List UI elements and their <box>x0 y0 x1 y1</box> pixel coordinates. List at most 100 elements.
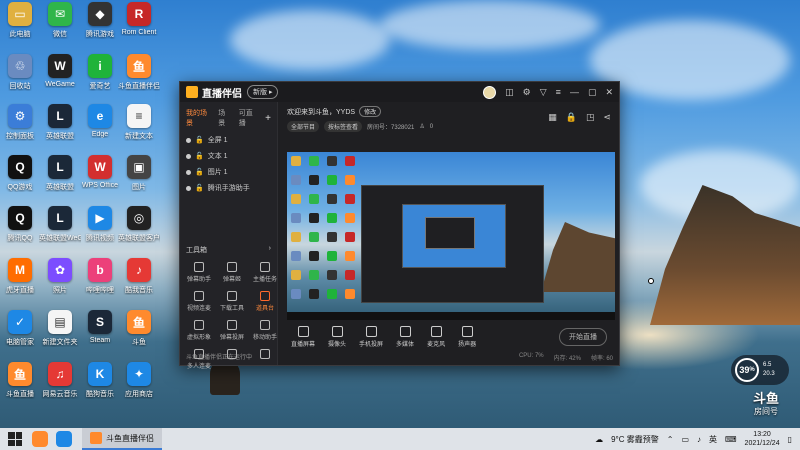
desktop-icon[interactable]: M 虎牙直播 <box>1 258 39 295</box>
scene-item[interactable]: 🔓 腾讯手游助手 <box>180 180 277 196</box>
settings-icon[interactable]: ⚙ <box>523 87 531 98</box>
control-phone-cast[interactable]: 手机投屏 <box>359 326 383 348</box>
lock-icon[interactable]: 🔓 <box>195 136 204 144</box>
desktop-icon[interactable]: ▤ 新建文件夹 <box>41 310 79 347</box>
desktop-icon[interactable]: e Edge <box>81 104 119 138</box>
lock-icon[interactable]: 🔓 <box>195 184 204 192</box>
desktop-icon[interactable]: i 爱奇艺 <box>81 54 119 91</box>
keyboard-icon[interactable]: ⌨ <box>725 435 737 444</box>
desktop-icon[interactable]: 鱼斗鱼直播 <box>1 362 39 399</box>
edit-title-button[interactable]: 修改 <box>359 106 382 117</box>
taskbar-active-app[interactable]: 斗鱼直播伴侣 <box>82 428 162 450</box>
share-icon[interactable]: ⋖ <box>603 112 611 123</box>
desktop-icon[interactable]: W WeGame <box>41 54 79 88</box>
desktop-icon[interactable]: 鱼斗鱼直播伴侣 <box>118 54 160 91</box>
tool-item[interactable]: 视频连麦 <box>184 291 214 312</box>
add-scene-button[interactable]: + <box>265 113 271 124</box>
desktop-icon[interactable]: ⚙ 控制面板 <box>1 104 39 141</box>
avatar[interactable] <box>483 85 497 99</box>
tool-item[interactable]: 虚拟形象 <box>184 320 214 341</box>
desktop-icon[interactable]: L 英雄联盟 <box>41 155 79 192</box>
room-chip[interactable]: 全部节目 <box>287 121 320 132</box>
desktop-icon[interactable]: ▣ 图片 <box>120 155 158 192</box>
desktop-icon[interactable]: Q QQ游戏 <box>1 155 39 192</box>
desktop-icon[interactable]: L 英雄联盟WeGame版 <box>39 206 81 243</box>
desktop-icon[interactable]: ♲ 回收站 <box>1 54 39 91</box>
kugou-taskbar-icon[interactable] <box>56 431 72 447</box>
close-icon[interactable]: ✕ <box>605 87 613 98</box>
visibility-icon[interactable] <box>186 137 191 143</box>
control-speaker[interactable]: 扬声器 <box>458 326 476 348</box>
desktop-icon[interactable]: ✿ 照片 <box>41 258 79 295</box>
lock-icon[interactable]: 🔓 <box>195 152 204 160</box>
tab-scenes[interactable]: 场景 <box>218 108 230 128</box>
desktop-icon[interactable]: ✓ 电脑管家 <box>1 310 39 347</box>
scene-item[interactable]: 🔓 全屏 1 <box>180 132 277 148</box>
desktop-icon[interactable]: Q 腾讯QQ <box>1 206 39 243</box>
control-screen[interactable]: 直播屏幕 <box>291 326 315 348</box>
maximize-icon[interactable]: ▢ <box>588 87 597 98</box>
tool-item[interactable]: 弹幕姬 <box>217 262 247 283</box>
version-badge[interactable]: 新版 ▸ <box>247 85 279 99</box>
desktop-icon[interactable]: ◎ 英雄联盟客户端 <box>118 206 160 243</box>
grid-icon[interactable]: ▦ <box>548 112 557 123</box>
visibility-icon[interactable] <box>186 169 191 175</box>
lock-icon[interactable]: 🔒 <box>566 112 577 123</box>
minimize-icon[interactable]: — <box>570 87 579 97</box>
tab-streamable[interactable]: 可直播 <box>239 108 256 128</box>
desktop-icon[interactable]: ♪ 酷我音乐 <box>120 258 158 295</box>
desktop-icon[interactable]: ≡ 新建文本 <box>120 104 158 141</box>
notification-icon[interactable]: ▯ <box>788 435 792 444</box>
preview-mini-icon <box>327 156 337 166</box>
desktop-icon[interactable]: L 英雄联盟 <box>41 104 79 141</box>
tool-item[interactable]: 主播任务 <box>250 262 280 283</box>
tool-item[interactable]: 弹幕投屏 <box>217 320 247 341</box>
windows-start-icon[interactable] <box>8 432 22 446</box>
tool-item[interactable]: 弹幕助手 <box>184 262 214 283</box>
tool-item[interactable]: 移动助手 <box>250 320 280 341</box>
desktop-icon[interactable]: W WPS Office <box>81 155 119 189</box>
desktop-icon[interactable]: S Steam <box>81 310 119 344</box>
lock-icon[interactable]: 🔓 <box>195 168 204 176</box>
desktop-icon[interactable]: ✉ 微信 <box>41 2 79 39</box>
toolbox-more-button[interactable]: › <box>269 245 271 255</box>
volume-icon[interactable]: ♪ <box>697 435 701 444</box>
go-live-button[interactable]: 开始直播 <box>559 328 607 346</box>
desktop-icon[interactable]: 鱼斗鱼 <box>120 310 158 347</box>
desktop-icon[interactable]: ◆ 腾讯游戏 <box>81 2 119 39</box>
network-widget[interactable]: 39% 6.5 20.3 <box>731 355 789 385</box>
tab-my-scenes[interactable]: 我的场景 <box>186 108 209 128</box>
room-chip[interactable]: 按标签查看 <box>324 121 363 132</box>
layers-icon[interactable]: ◳ <box>586 112 595 123</box>
chevron-up-icon[interactable]: ⌃ <box>667 435 674 444</box>
network-icon[interactable]: ▭ <box>681 435 689 444</box>
clock[interactable]: 13:20 2021/12/24 <box>745 430 780 448</box>
tool-item[interactable]: 道具台 <box>250 291 280 312</box>
stream-preview[interactable] <box>287 152 615 320</box>
desktop-icon[interactable]: R Rom Client <box>120 2 158 36</box>
desktop-icon[interactable]: ▭ 此电脑 <box>1 2 39 39</box>
desktop-icon[interactable]: b 哔哩哔哩 <box>81 258 119 295</box>
app-window: 直播伴侣 新版 ▸ ◫ ⚙ ▽ ≡ — ▢ ✕ 我的场景 场景 可直播 + 🔓 全… <box>179 81 620 370</box>
visibility-icon[interactable] <box>186 185 191 191</box>
tool-item[interactable] <box>250 349 280 370</box>
scene-item[interactable]: 🔓 文本 1 <box>180 148 277 164</box>
weather-text[interactable]: 9°C 雾霾预警 <box>611 434 659 445</box>
visibility-icon[interactable] <box>186 153 191 159</box>
control-mic[interactable]: 麦克风 <box>427 326 445 348</box>
douyu-taskbar-icon[interactable] <box>32 431 48 447</box>
desktop-icon[interactable]: K 酷狗音乐 <box>81 362 119 399</box>
control-media[interactable]: 多媒体 <box>396 326 414 348</box>
desktop-icon[interactable]: ✦ 应用商店 <box>120 362 158 399</box>
scene-item[interactable]: 🔓 图片 1 <box>180 164 277 180</box>
weather-icon[interactable]: ☁ <box>595 435 603 444</box>
control-camera[interactable]: 摄像头 <box>328 326 346 348</box>
menu-icon[interactable]: ≡ <box>556 87 561 97</box>
gift-icon[interactable]: ◫ <box>505 87 514 98</box>
shirt-icon[interactable]: ▽ <box>540 87 547 98</box>
tool-icon <box>194 262 204 272</box>
ime-indicator[interactable]: 英 <box>709 434 717 445</box>
tool-item[interactable]: 下载工具 <box>217 291 247 312</box>
desktop-icon[interactable]: ▶ 腾讯视频 <box>81 206 119 243</box>
desktop-icon[interactable]: ♫ 网易云音乐 <box>41 362 79 399</box>
